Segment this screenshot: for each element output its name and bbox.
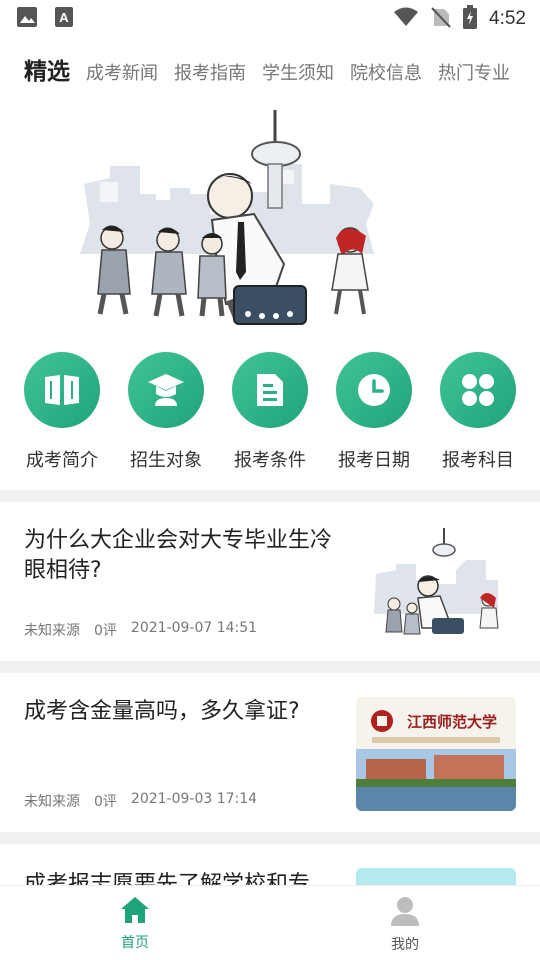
article-comments: 0评 bbox=[94, 794, 117, 810]
article-item[interactable]: 为什么大企业会对大专毕业生冷眼相待? 未知来源 0评 2021-09-07 14… bbox=[0, 502, 540, 662]
battery-icon bbox=[463, 5, 478, 33]
category-shortcuts: 成考简介 招生对象 报考条件 报考日期 报考科目 bbox=[0, 352, 540, 472]
shortcut-label: 报考科目 bbox=[442, 450, 514, 471]
article-thumbnail bbox=[356, 868, 516, 885]
book-icon bbox=[24, 352, 100, 428]
article-meta: 未知来源 0评 2021-09-03 17:14 bbox=[24, 791, 257, 811]
article-date: 2021-09-07 14:51 bbox=[130, 620, 258, 636]
school-name-logo: 江西师范大学 bbox=[407, 713, 497, 731]
article-source: 未知来源 bbox=[24, 623, 80, 639]
wifi-icon bbox=[393, 6, 419, 32]
article-item[interactable]: 成考报志愿要先了解学校和专 bbox=[0, 844, 540, 885]
article-date: 2021-09-03 17:14 bbox=[130, 791, 258, 807]
article-title: 为什么大企业会对大专毕业生冷眼相待? bbox=[24, 528, 333, 583]
banner-illustration[interactable] bbox=[70, 104, 390, 336]
article-meta: 未知来源 0评 2021-09-07 14:51 bbox=[24, 620, 257, 640]
article-item[interactable]: 成考含金量高吗，多久拿证? 未知来源 0评 2021-09-03 17:14 江… bbox=[0, 673, 540, 833]
shortcut-label: 报考日期 bbox=[338, 450, 410, 471]
tab-featured[interactable]: 精选 bbox=[24, 52, 70, 86]
article-thumbnail bbox=[356, 524, 516, 638]
shortcut-subjects[interactable]: 报考科目 bbox=[440, 352, 516, 472]
tab-guide[interactable]: 报考指南 bbox=[174, 59, 246, 85]
shortcut-label: 成考简介 bbox=[26, 450, 98, 471]
article-thumbnail: 江西师范大学 bbox=[356, 697, 516, 811]
tab-hot-majors[interactable]: 热门专业 bbox=[438, 59, 510, 85]
nav-profile[interactable]: 我的 bbox=[270, 886, 540, 960]
shortcut-label: 招生对象 bbox=[130, 450, 202, 471]
shortcut-label: 报考条件 bbox=[234, 450, 306, 471]
section-divider bbox=[0, 490, 540, 502]
bottom-navigation: 首页 我的 bbox=[0, 885, 540, 960]
shortcut-conditions[interactable]: 报考条件 bbox=[232, 352, 308, 472]
article-source: 未知来源 bbox=[24, 794, 80, 810]
shortcut-dates[interactable]: 报考日期 bbox=[336, 352, 412, 472]
font-a-icon: A bbox=[54, 6, 74, 32]
nav-home[interactable]: 首页 bbox=[0, 886, 270, 960]
article-comments: 0评 bbox=[94, 623, 117, 639]
article-title: 成考报志愿要先了解学校和专 bbox=[24, 872, 311, 885]
status-time: 4:52 bbox=[489, 8, 526, 29]
tab-news[interactable]: 成考新闻 bbox=[86, 59, 158, 85]
home-icon bbox=[120, 896, 150, 928]
article-title: 成考含金量高吗，多久拿证? bbox=[24, 699, 300, 724]
profile-icon bbox=[390, 896, 420, 930]
document-icon bbox=[232, 352, 308, 428]
tab-school-info[interactable]: 院校信息 bbox=[350, 59, 422, 85]
section-divider bbox=[0, 661, 540, 673]
gallery-icon bbox=[16, 6, 38, 32]
svg-text:A: A bbox=[59, 10, 69, 25]
shortcut-enrollment-target[interactable]: 招生对象 bbox=[128, 352, 204, 472]
status-bar: A 4:52 bbox=[0, 0, 540, 38]
grid-icon bbox=[440, 352, 516, 428]
category-tabs: 精选 成考新闻 报考指南 学生须知 院校信息 热门专业 bbox=[0, 52, 540, 96]
no-sim-icon bbox=[431, 6, 451, 32]
tab-student-notice[interactable]: 学生须知 bbox=[262, 59, 334, 85]
nav-profile-label: 我的 bbox=[391, 937, 419, 953]
section-divider bbox=[0, 832, 540, 844]
shortcut-intro[interactable]: 成考简介 bbox=[24, 352, 100, 472]
graduate-icon bbox=[128, 352, 204, 428]
clock-icon bbox=[336, 352, 412, 428]
nav-home-label: 首页 bbox=[121, 935, 149, 951]
